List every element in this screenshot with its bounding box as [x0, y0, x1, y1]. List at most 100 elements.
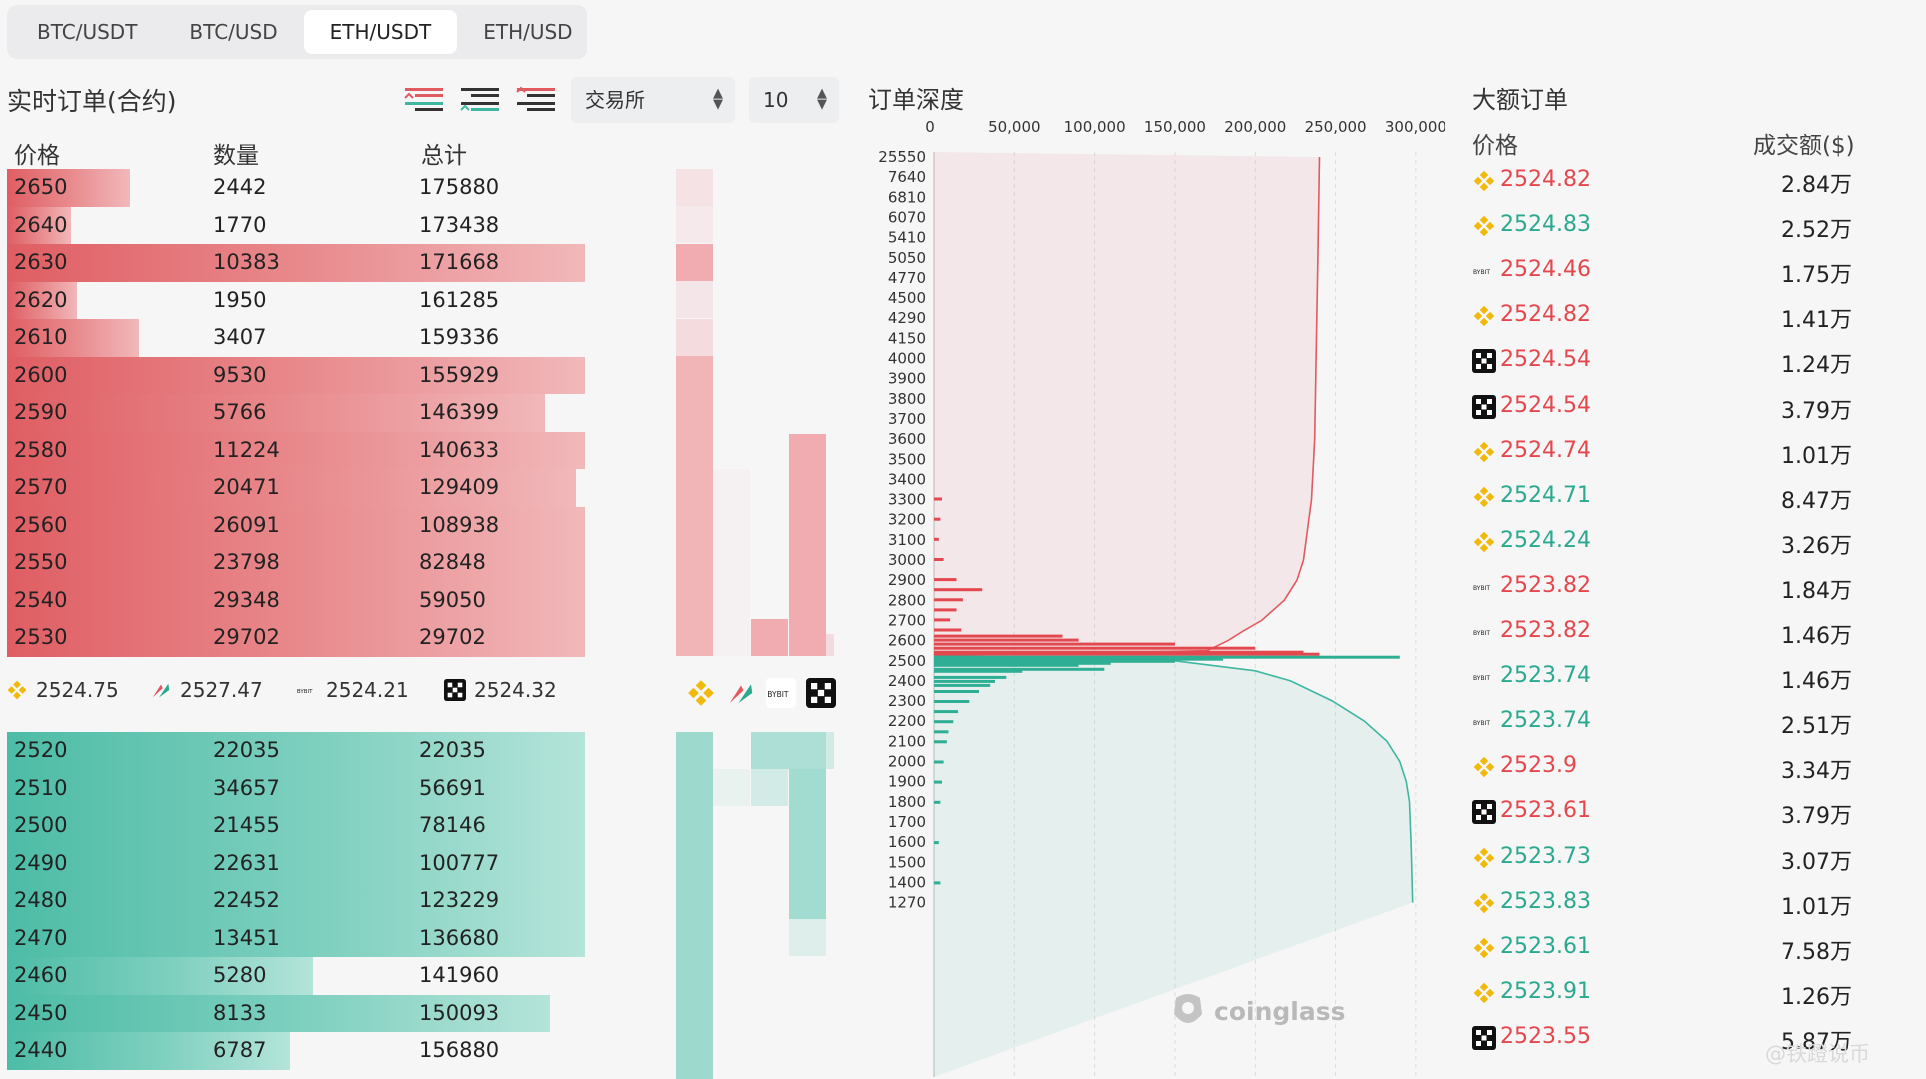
big-order-row[interactable]: BYBIT 2523.82 1.84万 — [1472, 565, 1852, 610]
ask-qty: 9530 — [213, 362, 267, 387]
bid-row[interactable]: 2480 22452 123229 — [7, 882, 585, 920]
big-order-row[interactable]: 2523.91 1.26万 — [1472, 971, 1852, 1016]
bid-depth-bar — [7, 807, 585, 845]
huobi-legend-icon[interactable] — [726, 678, 756, 708]
big-order-row[interactable]: 2524.82 2.84万 — [1472, 159, 1852, 204]
view-toggle-group — [403, 84, 557, 116]
ask-row[interactable]: 2570 20471 129409 — [7, 469, 585, 507]
big-order-row[interactable]: 2523.83 1.01万 — [1472, 881, 1852, 926]
ask-price: 2620 — [14, 287, 68, 312]
ask-qty: 29702 — [213, 625, 280, 649]
ask-row[interactable]: 2560 26091 108938 — [7, 506, 585, 544]
both-sides-view-icon[interactable] — [403, 84, 445, 116]
big-order-row[interactable]: 2523.61 7.58万 — [1472, 926, 1852, 971]
ask-price: 2570 — [14, 475, 68, 499]
big-order-value: 3.34万 — [1781, 759, 1852, 785]
ask-total: 108938 — [419, 512, 500, 537]
binance-legend-icon[interactable] — [686, 678, 716, 708]
huobi-icon — [152, 683, 170, 698]
author-signature: @铁蹬说币 — [1765, 1042, 1870, 1066]
ask-row[interactable]: 2550 23798 82848 — [7, 544, 585, 582]
depth-select[interactable]: 10 ▲ ▼ — [749, 77, 839, 123]
big-order-value: 2.84万 — [1781, 173, 1852, 198]
big-order-row[interactable]: 2524.74 1.01万 — [1472, 430, 1852, 475]
x-tick-label: 50,000 — [988, 118, 1041, 136]
ask-row[interactable]: 2530 29702 29702 — [7, 619, 585, 657]
big-orders-title: 大额订单 — [1472, 86, 1568, 114]
bid-row[interactable]: 2450 8133 150093 — [7, 994, 585, 1032]
bybit-icon: BYBIT — [1473, 269, 1490, 276]
ask-total: 159336 — [419, 325, 500, 349]
tab-eth-usdt[interactable]: ETH/USDT — [303, 10, 458, 54]
big-order-row[interactable]: BYBIT 2523.74 1.46万 — [1472, 655, 1852, 700]
bid-level-bar — [934, 720, 954, 724]
big-order-row[interactable]: 2524.71 8.47万 — [1472, 475, 1852, 520]
y-tick-label: 2700 — [888, 611, 926, 629]
bid-row[interactable]: 2500 21455 78146 — [7, 807, 585, 845]
ask-row[interactable]: 2590 5766 146399 — [7, 394, 585, 432]
total-column-header: 总计 — [421, 143, 467, 169]
y-tick-label: 4770 — [888, 269, 926, 287]
svg-text:BYBIT: BYBIT — [1473, 675, 1490, 682]
qty-column-header: 数量 — [213, 143, 259, 169]
heat-cell — [713, 769, 750, 806]
big-order-value: 7.58万 — [1781, 939, 1852, 965]
bid-row[interactable]: 2490 22631 100777 — [7, 844, 585, 882]
big-order-price: 2523.73 — [1500, 843, 1591, 869]
big-order-price: 2524.74 — [1500, 437, 1591, 463]
x-tick-label: 300,000 — [1385, 118, 1445, 136]
bybit-legend-icon[interactable]: BYBIT — [766, 678, 796, 708]
big-order-price: 2523.82 — [1500, 618, 1591, 643]
ask-row[interactable]: 2650 2442 175880 — [7, 169, 585, 207]
exchange-select[interactable]: 交易所 ▲ ▼ — [571, 77, 735, 123]
tab-eth-usd[interactable]: ETH/USD — [457, 10, 598, 54]
bid-row[interactable]: 2440 6787 156880 — [7, 1032, 585, 1070]
ask-qty: 20471 — [213, 475, 280, 499]
okx-legend-icon[interactable] — [806, 678, 836, 708]
y-tick-label: 1700 — [888, 813, 926, 831]
ask-row[interactable]: 2620 1950 161285 — [7, 281, 585, 319]
bid-row[interactable]: 2520 22035 22035 — [7, 732, 585, 770]
big-order-row[interactable]: BYBIT 2523.74 2.51万 — [1472, 700, 1852, 745]
bid-row[interactable]: 2460 5280 141960 — [7, 957, 585, 995]
y-tick-label: 7640 — [888, 168, 926, 186]
big-order-row[interactable]: 2523.73 3.07万 — [1472, 836, 1852, 881]
ask-level-bar — [934, 642, 1175, 646]
ask-row[interactable]: 2540 29348 59050 — [7, 581, 585, 619]
y-tick-label: 3900 — [888, 370, 926, 388]
big-order-row[interactable]: 2523.61 3.79万 — [1472, 790, 1852, 835]
y-tick-label: 1900 — [888, 773, 926, 791]
big-order-row[interactable]: 2524.83 2.52万 — [1472, 204, 1852, 249]
bid-row[interactable]: 2510 34657 56691 — [7, 769, 585, 807]
bid-qty: 8133 — [213, 1000, 267, 1025]
ask-row[interactable]: 2640 1770 173438 — [7, 206, 585, 244]
big-order-row[interactable]: BYBIT 2523.82 1.46万 — [1472, 610, 1852, 655]
big-order-value: 1.75万 — [1781, 263, 1852, 289]
ask-qty: 11224 — [213, 437, 280, 462]
big-order-row[interactable]: 2524.24 3.26万 — [1472, 520, 1852, 565]
tab-btc-usd[interactable]: BTC/USD — [163, 10, 303, 54]
bids-only-view-icon[interactable] — [459, 84, 501, 116]
ask-row[interactable]: 2610 3407 159336 — [7, 319, 585, 357]
asks-only-view-icon[interactable] — [515, 84, 557, 116]
heat-cell — [676, 319, 713, 356]
big-order-price: 2524.46 — [1500, 257, 1591, 283]
ask-row[interactable]: 2580 11224 140633 — [7, 431, 585, 469]
big-order-row[interactable]: 2524.54 3.79万 — [1472, 385, 1852, 430]
heat-cell — [826, 732, 834, 769]
ask-total: 146399 — [419, 400, 500, 424]
big-order-row[interactable]: BYBIT 2524.46 1.75万 — [1472, 249, 1852, 294]
big-order-row[interactable]: 2524.82 1.41万 — [1472, 294, 1852, 339]
tab-btc-usdt[interactable]: BTC/USDT — [11, 10, 163, 54]
bybit-icon: BYBIT — [1473, 675, 1490, 682]
big-order-row[interactable]: 2524.54 1.24万 — [1472, 339, 1852, 384]
ask-row[interactable]: 2600 9530 155929 — [7, 356, 585, 394]
ask-row[interactable]: 2630 10383 171668 — [7, 244, 585, 282]
exchange-select-value: 交易所 — [585, 88, 645, 112]
depth-select-value: 10 — [763, 88, 789, 112]
bid-row[interactable]: 2470 13451 136680 — [7, 919, 585, 957]
big-order-price: 2523.74 — [1500, 663, 1591, 689]
big-order-row[interactable]: 2523.9 3.34万 — [1472, 745, 1852, 790]
bid-total: 136680 — [419, 925, 500, 950]
exchange-legend: BYBIT — [686, 678, 836, 708]
